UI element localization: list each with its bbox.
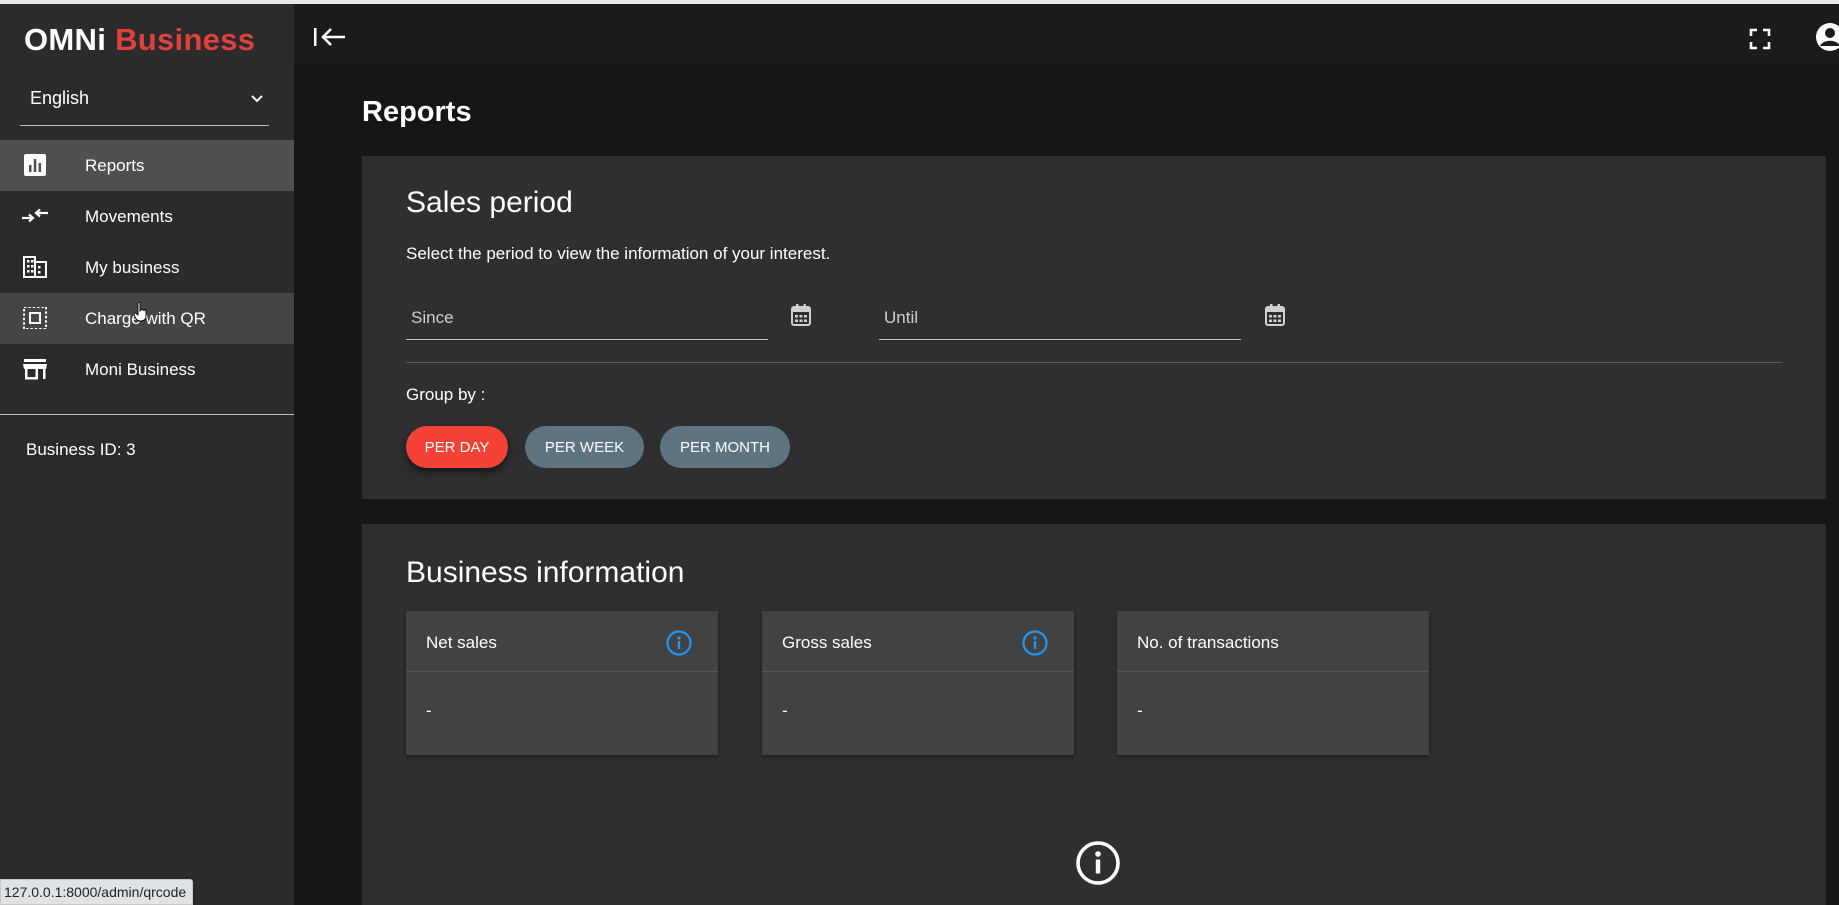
per-week-button[interactable]: PER WEEK (525, 426, 644, 468)
transactions-count-card: No. of transactions - (1117, 611, 1429, 755)
sidebar-item-label: Movements (85, 206, 173, 226)
per-day-button[interactable]: PER DAY (406, 426, 508, 468)
sidebar-nav: Reports Movements My business Charge wit… (0, 140, 294, 395)
sidebar-item-label: Reports (85, 155, 145, 175)
top-bar (294, 4, 1839, 64)
sales-period-card: Sales period Select the period to view t… (362, 156, 1826, 499)
sidebar-item-moni-business[interactable]: Moni Business (0, 344, 294, 395)
bar-chart-icon (24, 154, 46, 176)
app-logo[interactable]: OMNi Business (24, 22, 255, 58)
sidebar-item-movements[interactable]: Movements (0, 191, 294, 242)
metric-header: Gross sales (762, 611, 1074, 672)
sales-period-title: Sales period (406, 186, 573, 219)
sales-period-subtitle: Select the period to view the informatio… (406, 244, 831, 263)
qr-scan-icon (23, 307, 47, 329)
info-circle-icon (1076, 841, 1120, 885)
metric-title: No. of transactions (1137, 633, 1279, 652)
business-information-title: Business information (406, 556, 685, 589)
calendar-icon[interactable] (791, 304, 811, 326)
metric-value: - (426, 701, 432, 720)
store-icon (23, 359, 47, 380)
building-icon (23, 256, 47, 278)
language-select[interactable]: English (20, 78, 269, 126)
info-icon[interactable] (666, 630, 692, 656)
account-icon[interactable] (1815, 22, 1839, 52)
swap-arrows-icon (22, 208, 48, 223)
business-id-label: Business ID: 3 (26, 440, 136, 459)
calendar-icon[interactable] (1265, 304, 1285, 326)
sidebar-item-label: Moni Business (85, 359, 196, 379)
page-title: Reports (362, 96, 472, 128)
since-date-input[interactable]: Since (406, 290, 768, 340)
sidebar-item-reports[interactable]: Reports (0, 140, 294, 191)
net-sales-card: Net sales - (406, 611, 718, 755)
sidebar-item-my-business[interactable]: My business (0, 242, 294, 293)
metric-header: No. of transactions (1117, 611, 1429, 672)
info-icon[interactable] (1022, 630, 1048, 656)
metric-header: Net sales (406, 611, 718, 672)
logo-text-business: Business (115, 22, 256, 57)
sidebar-divider (0, 414, 294, 415)
metric-title: Net sales (426, 633, 497, 652)
group-by-label: Group by : (406, 385, 486, 404)
fullscreen-icon[interactable] (1749, 28, 1771, 50)
chevron-down-icon (251, 95, 263, 103)
business-information-card: Business information Net sales - Gross s… (362, 524, 1826, 905)
per-month-button[interactable]: PER MONTH (660, 426, 790, 468)
metric-value: - (1137, 701, 1143, 720)
sales-period-divider (406, 362, 1782, 363)
collapse-left-icon[interactable] (312, 22, 352, 52)
until-placeholder: Until (884, 308, 919, 327)
metric-title: Gross sales (782, 633, 872, 652)
logo-text-omni: OMNi (24, 22, 107, 57)
language-select-value: English (30, 88, 90, 108)
since-placeholder: Since (411, 308, 454, 327)
metric-value: - (782, 701, 788, 720)
until-date-input[interactable]: Until (879, 290, 1241, 340)
status-bar-url: 127.0.0.1:8000/admin/qrcode (0, 879, 194, 905)
mouse-pointer-hand-icon (134, 302, 147, 322)
gross-sales-card: Gross sales - (762, 611, 1074, 755)
sidebar: OMNi Business English Reports Movements … (0, 4, 294, 905)
sidebar-item-label: My business (85, 257, 180, 277)
